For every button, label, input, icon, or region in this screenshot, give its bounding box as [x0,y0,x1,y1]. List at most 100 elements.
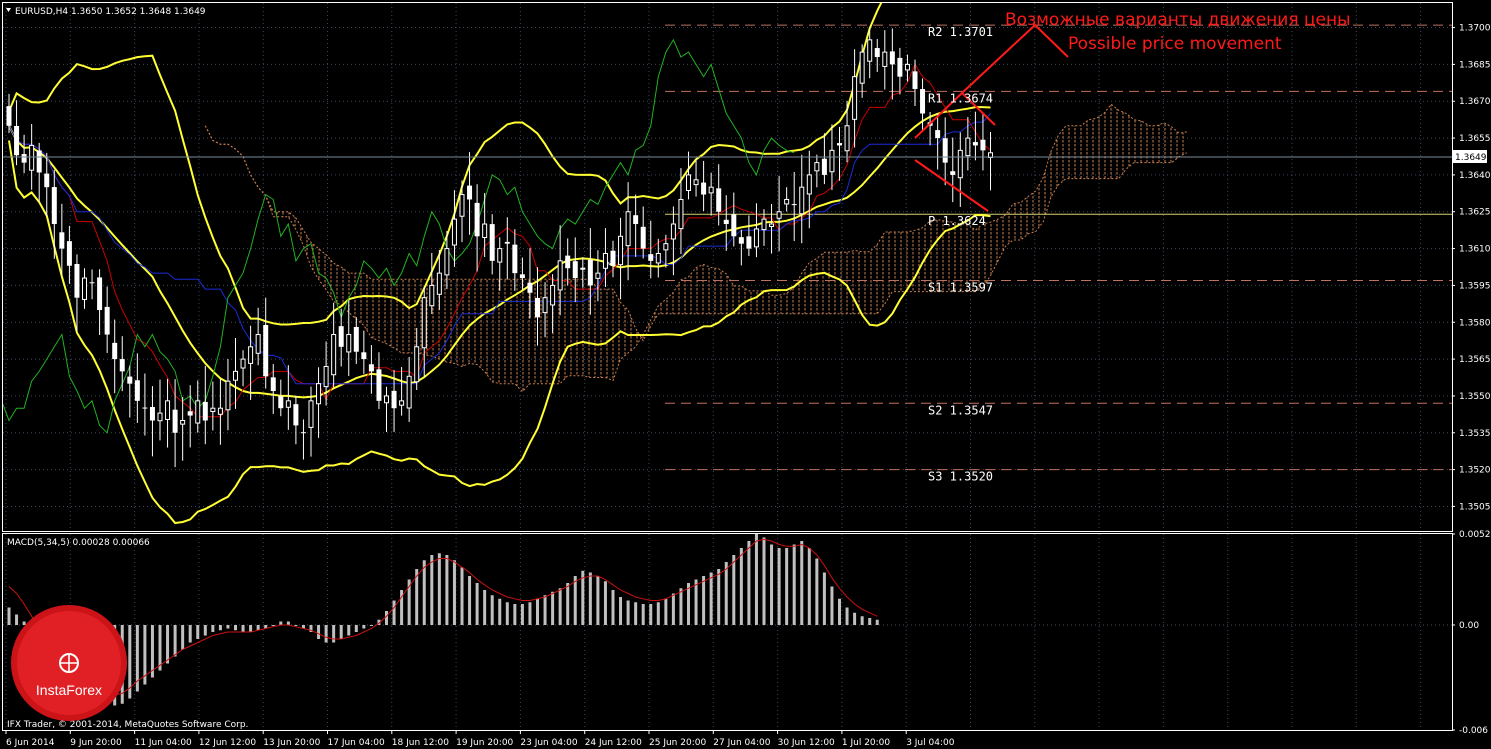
candle-body-bull [904,63,910,71]
candle-body-bear [731,214,737,237]
macd-bar [483,590,487,625]
macd-bar [332,625,336,643]
candle-body-bear [912,71,918,89]
candle-body-bear [935,130,941,139]
macd-bar [15,614,19,625]
macd-bar [369,625,373,626]
candle-body-bull [557,260,563,291]
candle-body-bear [263,324,269,377]
candle-body-bear [587,259,593,286]
candle-body-bear [119,359,125,372]
candle-body-bear [950,171,956,175]
macd-bar [256,625,260,631]
candle-body-bull [180,419,186,425]
candle-body-bear [874,48,880,58]
candle-body-bear [746,236,752,249]
candle-body-bull [852,76,858,120]
candle-body-bull [761,218,767,231]
candle-body-bull [867,39,873,62]
macd-bar [709,572,713,625]
candle-body-bear [980,139,986,151]
macd-bar [241,625,245,632]
candle-body-bull [542,297,548,314]
macd-bar [437,553,441,625]
macd-bar [181,625,185,650]
macd-bar [7,607,11,625]
candle-body-bull [29,144,35,171]
pivot-label-s2: S2 1.3547 [928,403,993,417]
macd-bar [188,625,192,643]
pivot-label-r2: R2 1.3701 [928,25,993,39]
kumo-fill [205,104,1187,392]
macd-bar [603,581,607,625]
macd-bar [196,625,200,639]
y-tick-label: 1.3520 [1459,466,1491,476]
candle-body-bear [512,244,518,274]
macd-bar [286,621,290,625]
candle-body-bull [882,51,888,67]
macd-bar [362,625,366,629]
macd-bar [528,602,532,625]
pivot-label-s1: S1 1.3597 [928,281,993,295]
annotation-ru: Возможные варианты движения цены [1005,10,1351,30]
candle-body-bull [799,186,805,215]
macd-bar [596,576,600,625]
x-tick-label: 12 Jun 12:00 [199,738,256,748]
candle-body-bull [769,223,775,227]
current-price-value: 1.3649 [1455,153,1487,163]
macd-bar [754,534,758,625]
candle-body-bear [14,125,20,156]
candles [6,28,993,468]
macd-bar [830,586,834,625]
macd-bar [732,555,736,625]
macd-bar [354,625,358,632]
candle-body-bull [459,194,465,217]
candle-body-bear [738,237,744,244]
y-tick-label: 1.3550 [1459,392,1491,402]
candle-body-bull [255,334,261,354]
macd-bar [558,588,562,625]
macd-bar [770,544,774,625]
dropdown-icon[interactable] [6,8,11,12]
macd-bar [762,537,766,625]
x-tick-label: 25 Jun 20:00 [649,738,706,748]
candle-body-bear [572,261,578,279]
candle-body-bear [44,173,50,188]
macd-bar [649,604,653,625]
candle-body-bull [625,211,631,247]
candle-body-bull [708,186,714,194]
candle-body-bear [633,215,639,225]
macd-bar [490,595,494,625]
candle-body-bull [225,380,231,411]
candle-body-bear [897,57,903,77]
macd-bar [573,576,577,625]
x-tick-label: 11 Jun 04:00 [135,738,192,748]
candle-body-bear [149,407,155,421]
candle-body-bull [406,375,412,409]
macd-bar [656,602,660,625]
y-tick-label: 1.3565 [1459,355,1491,365]
macd-bar [513,604,517,625]
candle-body-bull [965,137,971,157]
candle-body-bull [210,407,216,413]
x-tick-label: 13 Jun 20:00 [263,738,320,748]
candle-body-bear [361,352,367,360]
x-tick-label: 6 Jun 2014 [6,738,55,748]
candle-body-bear [716,188,722,212]
candle-body-bear [376,369,382,401]
macd-bar [543,595,547,625]
copyright: IFX Trader, © 2001-2014, MetaQuotes Soft… [7,720,248,730]
candle-body-bull [957,149,963,179]
x-tick-label: 3 Jul 04:00 [906,738,955,748]
candle-body-bear [837,143,842,146]
macd-bar [166,625,170,664]
candle-body-bull [399,400,405,406]
macd-bar [838,598,841,625]
y-tick-label: 1.3595 [1459,281,1491,291]
senkou-span-a [204,103,1187,393]
macd-bar [475,583,479,625]
candle-body-bull [384,395,389,404]
candle-body-bear [172,409,178,433]
macd-bar [822,572,826,625]
candle-body-bear [648,254,654,261]
